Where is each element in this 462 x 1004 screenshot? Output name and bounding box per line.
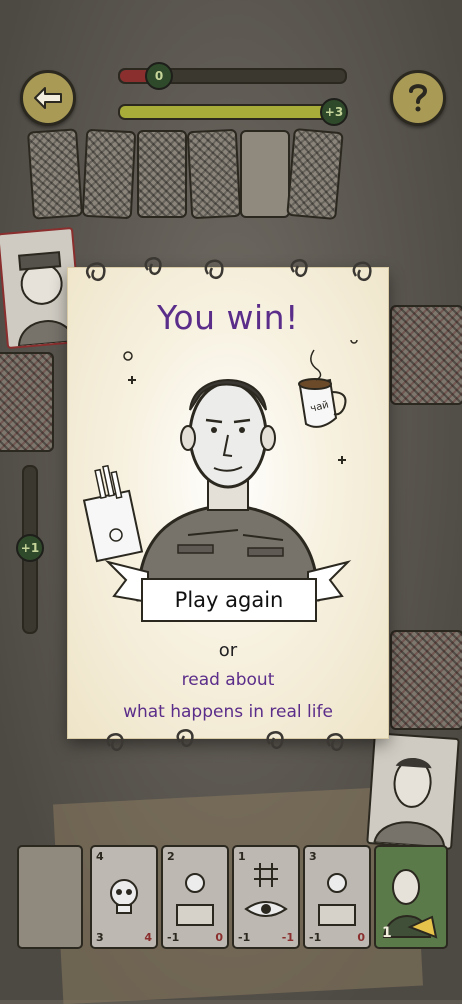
deck-right-bottom — [390, 630, 462, 730]
card-stat-right: 4 — [144, 931, 152, 944]
progress-bar-bottom — [118, 104, 342, 120]
card-stat-left: -1 — [167, 931, 180, 944]
win-title: You win! — [157, 298, 299, 337]
tea-mug-icon: чай — [298, 349, 347, 428]
or-text: or — [218, 640, 238, 661]
card-slot-empty — [240, 130, 290, 218]
real-life-link-line2[interactable]: what happens in real life — [68, 702, 388, 722]
score-badge-bottom: +3 — [320, 98, 348, 126]
score-badge-top: 0 — [145, 62, 173, 90]
win-dialog: You win! чай Play again or read about wh… — [68, 268, 388, 738]
card-slot — [81, 128, 137, 220]
card-stat-left: 3 — [96, 931, 104, 944]
card-cost: 4 — [96, 850, 104, 863]
card-slot — [137, 130, 187, 218]
card-stat-left: -1 — [309, 931, 322, 944]
wire-clips-bottom — [106, 729, 344, 752]
back-button[interactable] — [20, 70, 76, 126]
hand-card[interactable]: 4 3 4 — [90, 845, 158, 949]
empty-hand-slot — [17, 845, 83, 949]
side-bonus-badge: +1 — [16, 534, 44, 562]
card-cost: 3 — [309, 850, 317, 863]
help-button[interactable] — [390, 70, 446, 126]
hand-card[interactable]: 1 -1 -1 — [232, 845, 300, 949]
play-again-button[interactable]: Play again — [141, 578, 317, 622]
real-life-link-line1[interactable]: read about — [68, 670, 388, 690]
player-card-value: 1 — [382, 925, 392, 941]
card-stat-left: -1 — [238, 931, 251, 944]
card-slot — [286, 127, 344, 221]
card-slot — [186, 128, 242, 220]
inmate-portrait — [366, 732, 460, 850]
cigarettes-icon — [82, 464, 144, 563]
wire-clips-top — [86, 257, 372, 282]
card-stat-right: -1 — [281, 931, 294, 944]
hand-card[interactable]: 2 -1 0 — [161, 845, 229, 949]
card-stat-right: 0 — [215, 931, 223, 944]
deck-right-top — [390, 305, 462, 405]
card-slot — [26, 128, 84, 220]
deck-left — [0, 352, 54, 452]
card-stat-right: 0 — [357, 931, 365, 944]
player-card[interactable]: 1 — [374, 845, 448, 949]
hand-card[interactable]: 3 -1 0 — [303, 845, 371, 949]
help-question-icon — [409, 84, 428, 112]
card-cost: 1 — [238, 850, 246, 863]
card-cost: 2 — [167, 850, 175, 863]
back-arrow-icon — [34, 87, 62, 109]
